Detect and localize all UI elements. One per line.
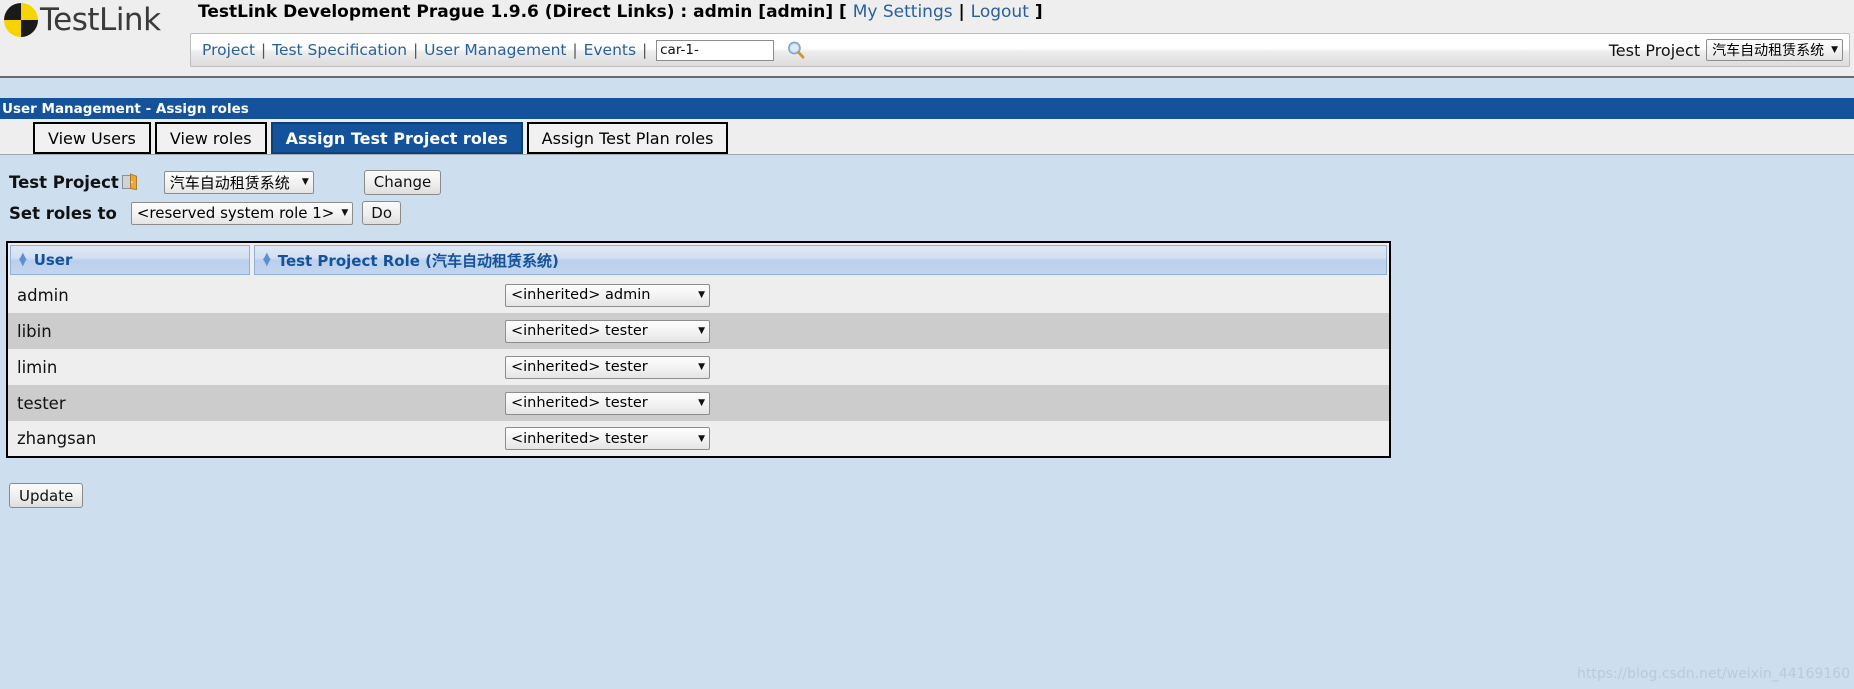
test-project-control-row: Test Project 汽车自动租赁系统 ▼ Change xyxy=(0,167,1854,197)
tab-label: Assign Test Project roles xyxy=(285,128,508,148)
role-select[interactable]: <inherited> tester ▼ xyxy=(505,319,710,343)
role-select-value: <inherited> tester xyxy=(511,395,648,411)
test-project-dropdown-value: 汽车自动租赁系统 xyxy=(1712,43,1825,59)
nav-separator: | xyxy=(413,41,419,59)
app-logo: TestLink xyxy=(4,2,161,38)
test-project-select-value: 汽车自动租赁系统 xyxy=(169,173,290,192)
test-project-selector-group: Test Project 汽车自动租赁系统 ▼ xyxy=(1609,39,1849,61)
role-select-value: <inherited> tester xyxy=(511,323,648,339)
nav-separator: | xyxy=(642,41,648,59)
section-title-bar: User Management - Assign roles xyxy=(0,98,1854,119)
cell-user: zhangsan xyxy=(7,421,252,457)
role-select-value: <inherited> admin xyxy=(511,287,651,303)
column-header-user[interactable]: ▲ ▼ User xyxy=(7,242,252,277)
chevron-down-icon: ▼ xyxy=(698,398,705,408)
table-body: admin <inherited> admin ▼ libin <inherit… xyxy=(7,277,1390,457)
chevron-down-icon: ▼ xyxy=(698,362,705,372)
header-title-line: TestLink Development Prague 1.9.6 (Direc… xyxy=(198,2,1043,22)
table-row: admin <inherited> admin ▼ xyxy=(7,277,1390,313)
search-input[interactable] xyxy=(656,39,775,61)
nav-separator: | xyxy=(572,41,578,59)
my-settings-link[interactable]: My Settings xyxy=(853,2,953,22)
sort-arrows-icon[interactable]: ▲ ▼ xyxy=(19,251,27,268)
role-select-value: <inherited> tester xyxy=(511,359,648,375)
nav-item-project[interactable]: Project xyxy=(199,41,258,59)
cell-user: libin xyxy=(7,313,252,349)
set-roles-select[interactable]: <reserved system role 1> ▼ xyxy=(130,201,354,225)
chevron-down-icon: ▼ xyxy=(698,433,705,444)
table-header-row: ▲ ▼ User ▲ ▼ Test Project Role (汽车自动租赁系统) xyxy=(7,242,1390,277)
tab-view-users[interactable]: View Users xyxy=(33,122,151,154)
tab-label: View Users xyxy=(48,128,136,148)
logout-link[interactable]: Logout xyxy=(971,2,1029,22)
title-close-bracket: ] xyxy=(1034,2,1043,22)
update-button-container: Update xyxy=(9,483,1854,508)
update-button[interactable]: Update xyxy=(9,483,84,508)
chevron-down-icon: ▼ xyxy=(698,290,705,300)
cell-role: <inherited> tester ▼ xyxy=(252,385,1390,421)
role-select[interactable]: <inherited> tester ▼ xyxy=(505,391,710,415)
nav-item-events[interactable]: Events xyxy=(581,41,639,59)
sort-arrows-icon[interactable]: ▲ ▼ xyxy=(263,251,271,268)
logo-text: TestLink xyxy=(40,2,161,38)
title-separator: | xyxy=(958,2,965,22)
set-roles-control-row: Set roles to <reserved system role 1> ▼ … xyxy=(0,197,1854,229)
cell-role: <inherited> tester ▼ xyxy=(252,421,1390,457)
column-header-label: Test Project Role (汽车自动租赁系统) xyxy=(277,251,559,270)
main-content: Test Project 汽车自动租赁系统 ▼ Change Set roles… xyxy=(0,155,1854,688)
table-row: zhangsan <inherited> tester ▼ xyxy=(7,421,1390,457)
test-project-dropdown[interactable]: 汽车自动租赁系统 ▼ xyxy=(1706,39,1843,61)
role-select[interactable]: <inherited> admin ▼ xyxy=(505,283,710,307)
tab-view-roles[interactable]: View roles xyxy=(154,122,267,154)
watermark-text: https://blog.csdn.net/weixin_44169160 xyxy=(1576,666,1850,682)
tab-assign-test-project-roles[interactable]: Assign Test Project roles xyxy=(270,122,523,154)
cell-role: <inherited> tester ▼ xyxy=(252,349,1390,385)
test-project-select[interactable]: 汽车自动租赁系统 ▼ xyxy=(163,170,314,194)
table-row: libin <inherited> tester ▼ xyxy=(7,313,1390,349)
magnifier-icon[interactable] xyxy=(785,39,807,61)
set-roles-label: Set roles to xyxy=(9,203,117,223)
table-row: limin <inherited> tester ▼ xyxy=(7,349,1390,385)
section-title-text: User Management - Assign roles xyxy=(2,100,249,117)
nav-separator: | xyxy=(261,41,267,59)
chevron-down-icon: ▼ xyxy=(301,177,309,187)
testlink-pie-logo-icon xyxy=(4,3,38,37)
do-button[interactable]: Do xyxy=(362,201,402,225)
test-project-label: Test Project xyxy=(1608,40,1701,60)
page-title: TestLink Development Prague 1.9.6 (Direc… xyxy=(198,2,847,22)
app-header: TestLink TestLink Development Prague 1.9… xyxy=(0,0,1854,78)
column-header-label: User xyxy=(33,251,73,269)
nav-item-user-management[interactable]: User Management xyxy=(421,41,569,59)
table-row: tester <inherited> tester ▼ xyxy=(7,385,1390,421)
chevron-down-icon: ▼ xyxy=(341,208,349,218)
role-select[interactable]: <inherited> tester ▼ xyxy=(505,427,710,450)
cell-user: limin xyxy=(7,349,252,385)
cell-user: tester xyxy=(7,385,252,421)
test-project-field-label: Test Project xyxy=(9,172,119,192)
chevron-down-icon: ▼ xyxy=(698,326,705,336)
tab-assign-test-plan-roles[interactable]: Assign Test Plan roles xyxy=(526,122,729,154)
change-button[interactable]: Change xyxy=(363,169,442,195)
nav-links-group: Project | Test Specification | User Mana… xyxy=(191,39,807,61)
tab-label: View roles xyxy=(169,128,252,148)
set-roles-select-value: <reserved system role 1> xyxy=(136,204,335,222)
chevron-down-icon: ▼ xyxy=(1831,45,1838,55)
user-roles-table: ▲ ▼ User ▲ ▼ Test Project Role (汽车自动租赁系统) xyxy=(6,241,1391,458)
column-header-test-project-role[interactable]: ▲ ▼ Test Project Role (汽车自动租赁系统) xyxy=(252,242,1390,277)
cell-user: admin xyxy=(7,277,252,313)
main-navigation-bar: Project | Test Specification | User Mana… xyxy=(190,33,1850,67)
tab-label: Assign Test Plan roles xyxy=(541,128,714,148)
cell-role: <inherited> admin ▼ xyxy=(252,277,1390,313)
tab-bar: View Users View roles Assign Test Projec… xyxy=(0,119,1854,155)
role-select-value: <inherited> tester xyxy=(511,430,648,447)
role-select[interactable]: <inherited> tester ▼ xyxy=(505,355,710,379)
open-door-icon xyxy=(120,172,140,192)
cell-role: <inherited> tester ▼ xyxy=(252,313,1390,349)
nav-item-test-specification[interactable]: Test Specification xyxy=(269,41,410,59)
table-header: ▲ ▼ User ▲ ▼ Test Project Role (汽车自动租赁系统) xyxy=(7,242,1390,277)
